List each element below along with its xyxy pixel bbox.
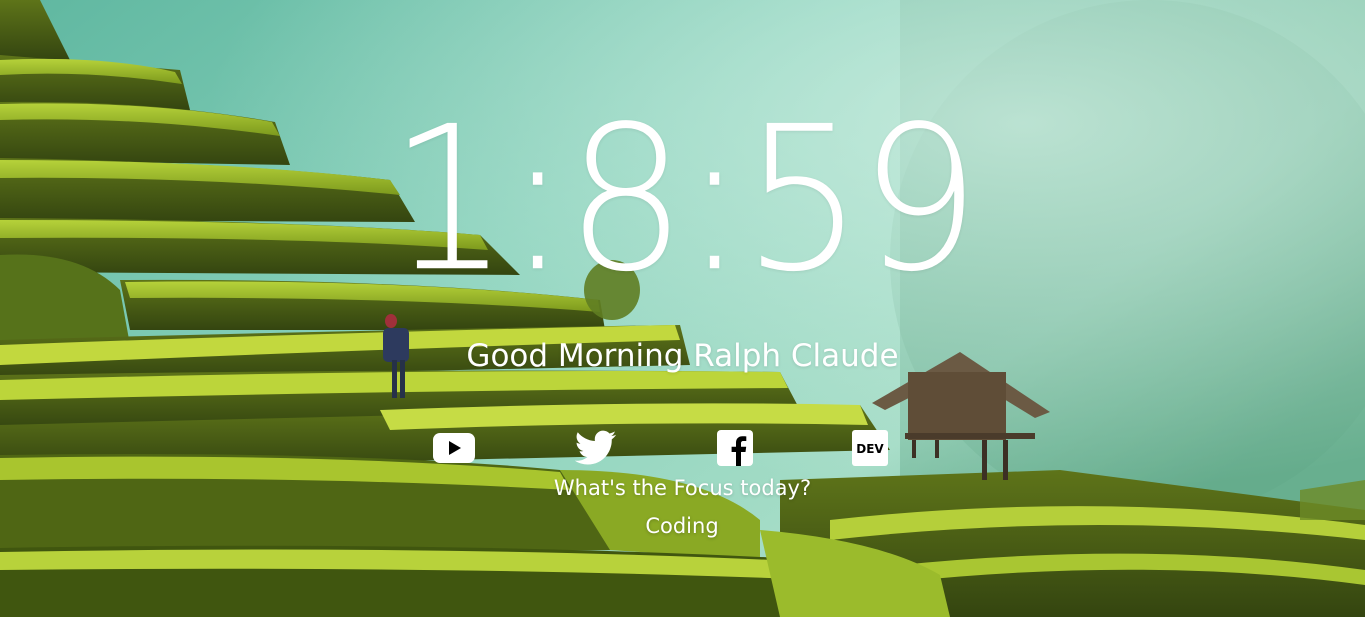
clock-time: 1:8:59 (388, 83, 981, 316)
greeting-text: Good Morning Ralph Claude (466, 338, 899, 374)
youtube-icon (433, 433, 475, 463)
app-background: 1:8:59 Good Morning Ralph Claude DEV Wha… (0, 0, 1365, 617)
youtube-link[interactable] (432, 428, 476, 468)
facebook-icon (717, 430, 753, 466)
content-overlay: 1:8:59 Good Morning Ralph Claude DEV Wha… (0, 0, 1365, 617)
twitter-icon (575, 430, 617, 465)
svg-text:DEV: DEV (856, 442, 884, 456)
dev-icon: DEV (852, 430, 888, 466)
focus-input[interactable]: Coding (482, 510, 882, 542)
social-links: DEV (0, 428, 1365, 468)
twitter-link[interactable] (574, 428, 618, 468)
facebook-link[interactable] (713, 428, 757, 468)
dev-link[interactable]: DEV (848, 428, 892, 468)
focus-question: What's the Focus today? (553, 476, 812, 500)
